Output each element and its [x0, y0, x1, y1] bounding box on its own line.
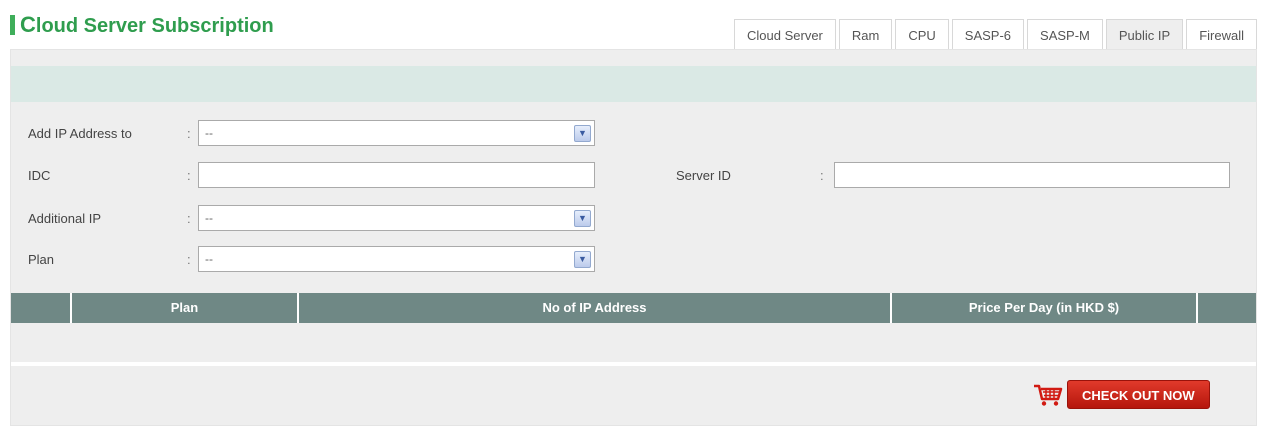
idc-label: IDC [28, 167, 51, 183]
title-marker [10, 15, 15, 35]
plan-select-value: -- [205, 252, 213, 266]
additional-ip-label: Additional IP [28, 210, 101, 226]
table-header-plan: Plan [72, 293, 299, 323]
server-id-input[interactable] [834, 162, 1230, 188]
plan-table-header: Plan No of IP Address Price Per Day (in … [11, 293, 1256, 323]
table-header-price: Price Per Day (in HKD $) [892, 293, 1198, 323]
tab-bar: Cloud Server Ram CPU SASP-6 SASP-M Publi… [731, 19, 1257, 50]
plan-label: Plan [28, 251, 55, 267]
add-ip-select-value: -- [205, 126, 213, 140]
form-row-idc: IDC : Server ID : [11, 162, 1256, 188]
additional-ip-colon: : [187, 210, 191, 226]
chevron-down-icon: ▼ [574, 124, 591, 142]
idc-input[interactable] [198, 162, 595, 188]
table-header-action [1198, 293, 1256, 323]
tab-sasp-6[interactable]: SASP-6 [951, 19, 1025, 50]
page-title-text: Cloud Server Subscription [20, 12, 274, 38]
add-ip-colon: : [187, 125, 191, 141]
chevron-down-icon: ▼ [574, 209, 591, 227]
section-header-bar [11, 66, 1256, 102]
subscription-panel: Add IP Address to : -- ▼ IDC : Server ID… [10, 49, 1257, 426]
tab-firewall[interactable]: Firewall [1186, 19, 1257, 50]
chevron-down-icon: ▼ [574, 250, 591, 268]
title-rest: loud Server Subscription [35, 15, 274, 37]
add-ip-select[interactable]: -- ▼ [198, 120, 595, 146]
shopping-cart-icon [1034, 384, 1063, 406]
form-row-add-ip: Add IP Address to : -- ▼ [11, 120, 1256, 146]
add-ip-label: Add IP Address to [28, 125, 132, 141]
tab-cloud-server[interactable]: Cloud Server [734, 19, 836, 50]
checkout-button[interactable]: CHECK OUT NOW [1067, 380, 1210, 409]
form-row-additional-ip: Additional IP : -- ▼ [11, 205, 1256, 231]
table-header-ip-count: No of IP Address [299, 293, 892, 323]
server-id-colon: : [820, 167, 824, 183]
idc-colon: : [187, 167, 191, 183]
table-header-select [11, 293, 72, 323]
plan-colon: : [187, 251, 191, 267]
additional-ip-select-value: -- [205, 211, 213, 225]
tab-cpu[interactable]: CPU [895, 19, 949, 50]
checkout-area[interactable]: CHECK OUT NOW [1033, 380, 1210, 409]
title-first-letter: C [20, 12, 36, 37]
additional-ip-select[interactable]: -- ▼ [198, 205, 595, 231]
plan-select[interactable]: -- ▼ [198, 246, 595, 272]
section-divider [11, 362, 1256, 366]
form-row-plan: Plan : -- ▼ [11, 246, 1256, 272]
tab-ram[interactable]: Ram [838, 19, 893, 50]
page-title: Cloud Server Subscription [10, 12, 274, 38]
tab-sasp-m[interactable]: SASP-M [1027, 19, 1103, 50]
server-id-label: Server ID [676, 167, 731, 183]
tab-public-ip[interactable]: Public IP [1105, 19, 1184, 50]
